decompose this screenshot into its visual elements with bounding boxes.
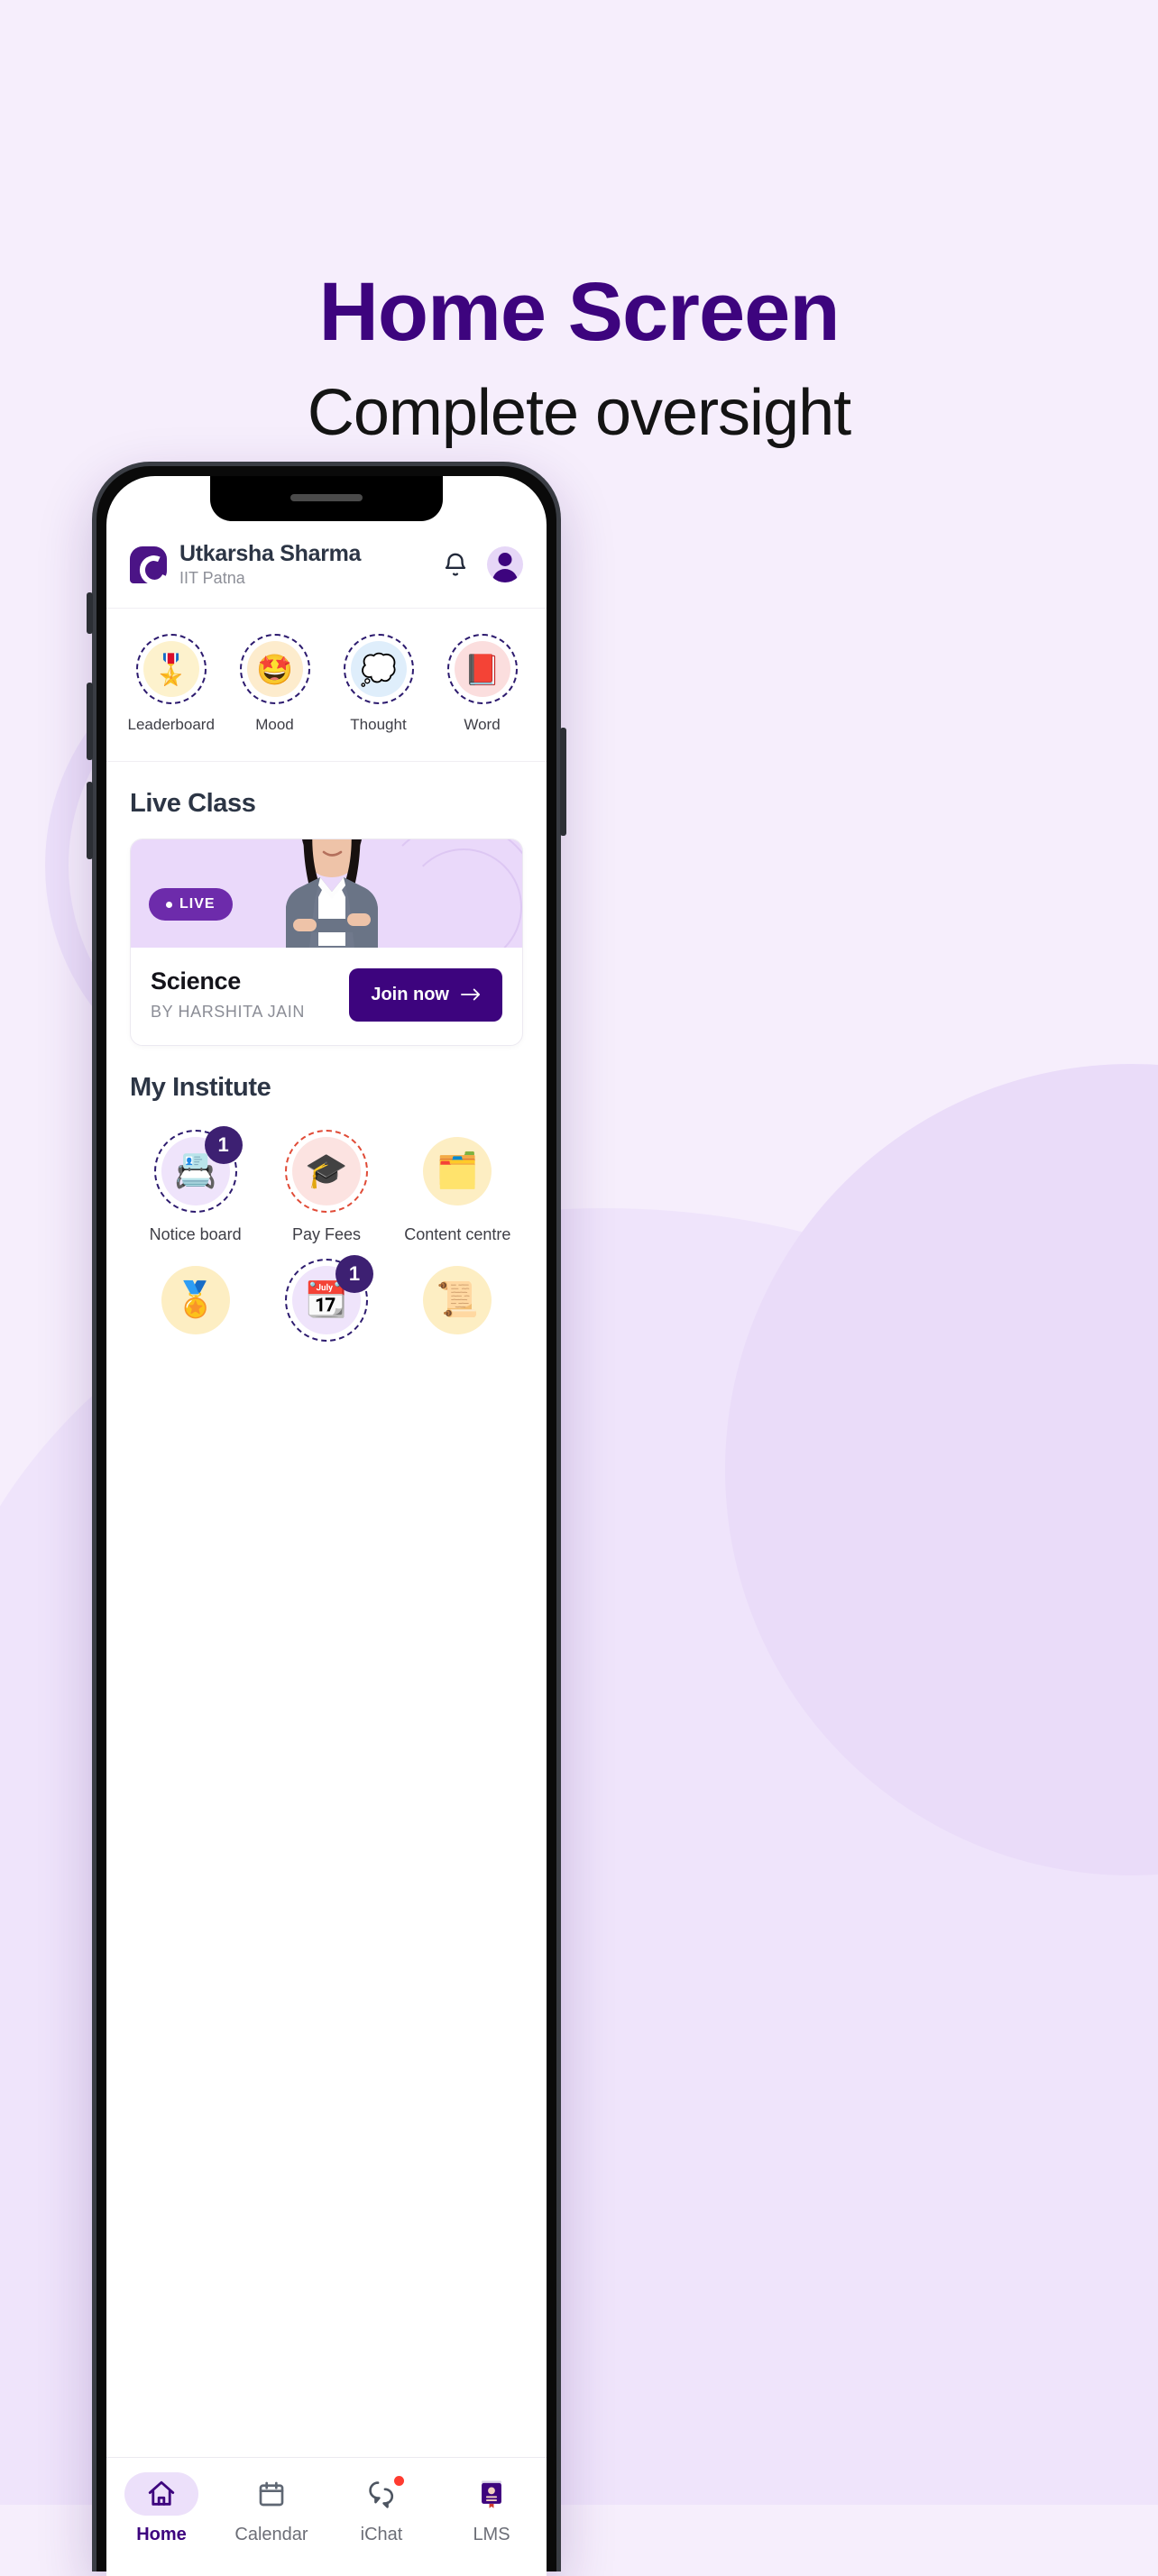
nav-icon-wrap: [124, 2472, 198, 2516]
phone-volume-down-button: [87, 782, 93, 859]
brand-logo-icon: [130, 545, 167, 583]
thought-bubble-icon: 💭: [350, 641, 407, 697]
live-status-badge: LIVE: [149, 888, 233, 921]
institute-item-label: Pay Fees: [291, 1225, 362, 1243]
institute-icon-wrap: 📇 1: [153, 1126, 243, 1213]
nav-icon-wrap: [345, 2472, 418, 2516]
quick-actions-row: 🎖️ Leaderboard 🤩 Mood 💭 Thought 📕 Word: [106, 609, 547, 762]
institute-icon-wrap: 📆 1: [284, 1255, 373, 1342]
live-class-body: Science BY HARSHITA JAIN Join now: [131, 948, 522, 1045]
calendar-icon: [259, 2481, 284, 2507]
bell-icon[interactable]: [442, 551, 469, 578]
phone-volume-up-button: [87, 683, 93, 760]
quick-action-word[interactable]: 📕 Word: [439, 634, 526, 734]
notification-badge: 1: [335, 1255, 373, 1293]
nav-item-lms[interactable]: LMS: [437, 2472, 547, 2576]
nav-icon-wrap: [455, 2472, 528, 2516]
institute-item-awards[interactable]: 🏅: [130, 1253, 261, 1354]
institute-item-content-centre[interactable]: 🗂️ Content centre: [392, 1124, 523, 1244]
page-subtitle: Complete oversight: [307, 377, 851, 449]
institute-icon-wrap: 🎓: [284, 1130, 368, 1213]
nav-item-calendar[interactable]: Calendar: [216, 2472, 326, 2576]
avatar[interactable]: [487, 546, 523, 582]
join-now-button[interactable]: Join now: [349, 967, 502, 1022]
institute-item-certificates[interactable]: 📜: [392, 1253, 523, 1354]
certificate-award-icon: 📜: [423, 1266, 492, 1334]
quick-action-label: Thought: [350, 716, 407, 733]
my-institute-section: My Institute 📇 1 Notice board 🎓 Pay Fees…: [106, 1046, 547, 1354]
institute-icon-wrap: 🏅: [154, 1259, 237, 1342]
user-name: Utkarsha Sharma: [179, 541, 362, 566]
award-rosette-icon: 🏅: [161, 1266, 230, 1334]
quick-action-label: Leaderboard: [127, 716, 215, 733]
rosette-medal-icon: 🎖️: [142, 641, 199, 697]
my-institute-grid: 📇 1 Notice board 🎓 Pay Fees 🗂️ Content c…: [130, 1124, 523, 1354]
document-media-icon: 🗂️: [423, 1137, 492, 1205]
page-title: Home Screen: [318, 266, 840, 358]
teacher-photo: [286, 839, 378, 948]
quick-action-leaderboard[interactable]: 🎖️ Leaderboard: [128, 634, 215, 734]
phone-mute-switch: [87, 592, 93, 634]
live-class-teacher: BY HARSHITA JAIN: [151, 1003, 305, 1021]
quick-action-ring: 💭: [343, 634, 414, 704]
institute-item-notice-board[interactable]: 📇 1 Notice board: [130, 1124, 261, 1244]
institute-item-label: Content centre: [404, 1225, 511, 1243]
quick-action-mood[interactable]: 🤩 Mood: [232, 634, 318, 734]
nav-item-ichat[interactable]: iChat: [326, 2472, 437, 2576]
live-class-card[interactable]: LIVE Science BY HARSHITA JAIN Join now: [130, 839, 523, 1046]
institute-item-label: Notice board: [149, 1225, 242, 1243]
my-institute-title: My Institute: [130, 1073, 271, 1102]
quick-action-ring: 🤩: [239, 634, 310, 704]
live-badge-label: LIVE: [179, 896, 216, 912]
nav-label: Home: [136, 2525, 187, 2544]
live-class-info: Science BY HARSHITA JAIN: [151, 967, 305, 1022]
user-info[interactable]: Utkarsha Sharma IIT Patna: [179, 541, 429, 588]
quick-action-label: Mood: [255, 716, 294, 733]
institute-item-pay-fees[interactable]: 🎓 Pay Fees: [261, 1124, 391, 1244]
graduation-cap-icon: 🎓: [291, 1137, 361, 1205]
live-class-section: Live Class LIVE Science BY HARSHITA JAIN…: [106, 762, 547, 1046]
phone-notch: [210, 476, 443, 521]
quick-action-ring: 🎖️: [135, 634, 207, 704]
quick-action-thought[interactable]: 💭 Thought: [335, 634, 422, 734]
live-class-media: LIVE: [131, 839, 522, 948]
live-class-course: Science: [151, 967, 241, 995]
quick-action-label: Word: [464, 716, 501, 733]
live-class-title: Live Class: [130, 789, 256, 818]
nav-label: Calendar: [234, 2525, 308, 2544]
nav-icon-wrap: [234, 2472, 308, 2516]
institute-icon-wrap: 📜: [416, 1259, 499, 1342]
join-now-label: Join now: [371, 984, 449, 1004]
phone-power-button: [560, 728, 566, 836]
phone-screen: Utkarsha Sharma IIT Patna 🎖️ Leaderboard…: [106, 476, 547, 2576]
user-institute: IIT Patna: [179, 569, 245, 587]
phone-mockup: Utkarsha Sharma IIT Patna 🎖️ Leaderboard…: [87, 462, 566, 2576]
star-struck-face-icon: 🤩: [246, 641, 303, 697]
promo-headline: Home Screen Complete oversight: [0, 270, 1158, 445]
notification-badge: 1: [204, 1126, 243, 1164]
nav-item-home[interactable]: Home: [106, 2472, 216, 2576]
nav-label: iChat: [360, 2525, 403, 2544]
header-icons: [442, 546, 523, 582]
institute-item-exam-calendar[interactable]: 📆 1: [261, 1253, 391, 1354]
closed-book-icon: 📕: [454, 641, 510, 697]
arrow-right-icon: [461, 988, 481, 1001]
phone-speaker: [290, 494, 363, 501]
bottom-navigation: Home Calendar iChat LMS: [106, 2457, 547, 2576]
live-dot-icon: [166, 901, 172, 908]
quick-action-ring: 📕: [446, 634, 518, 704]
institute-icon-wrap: 🗂️: [416, 1130, 499, 1213]
nav-label: LMS: [473, 2525, 510, 2544]
notification-dot-icon: [394, 2476, 404, 2486]
